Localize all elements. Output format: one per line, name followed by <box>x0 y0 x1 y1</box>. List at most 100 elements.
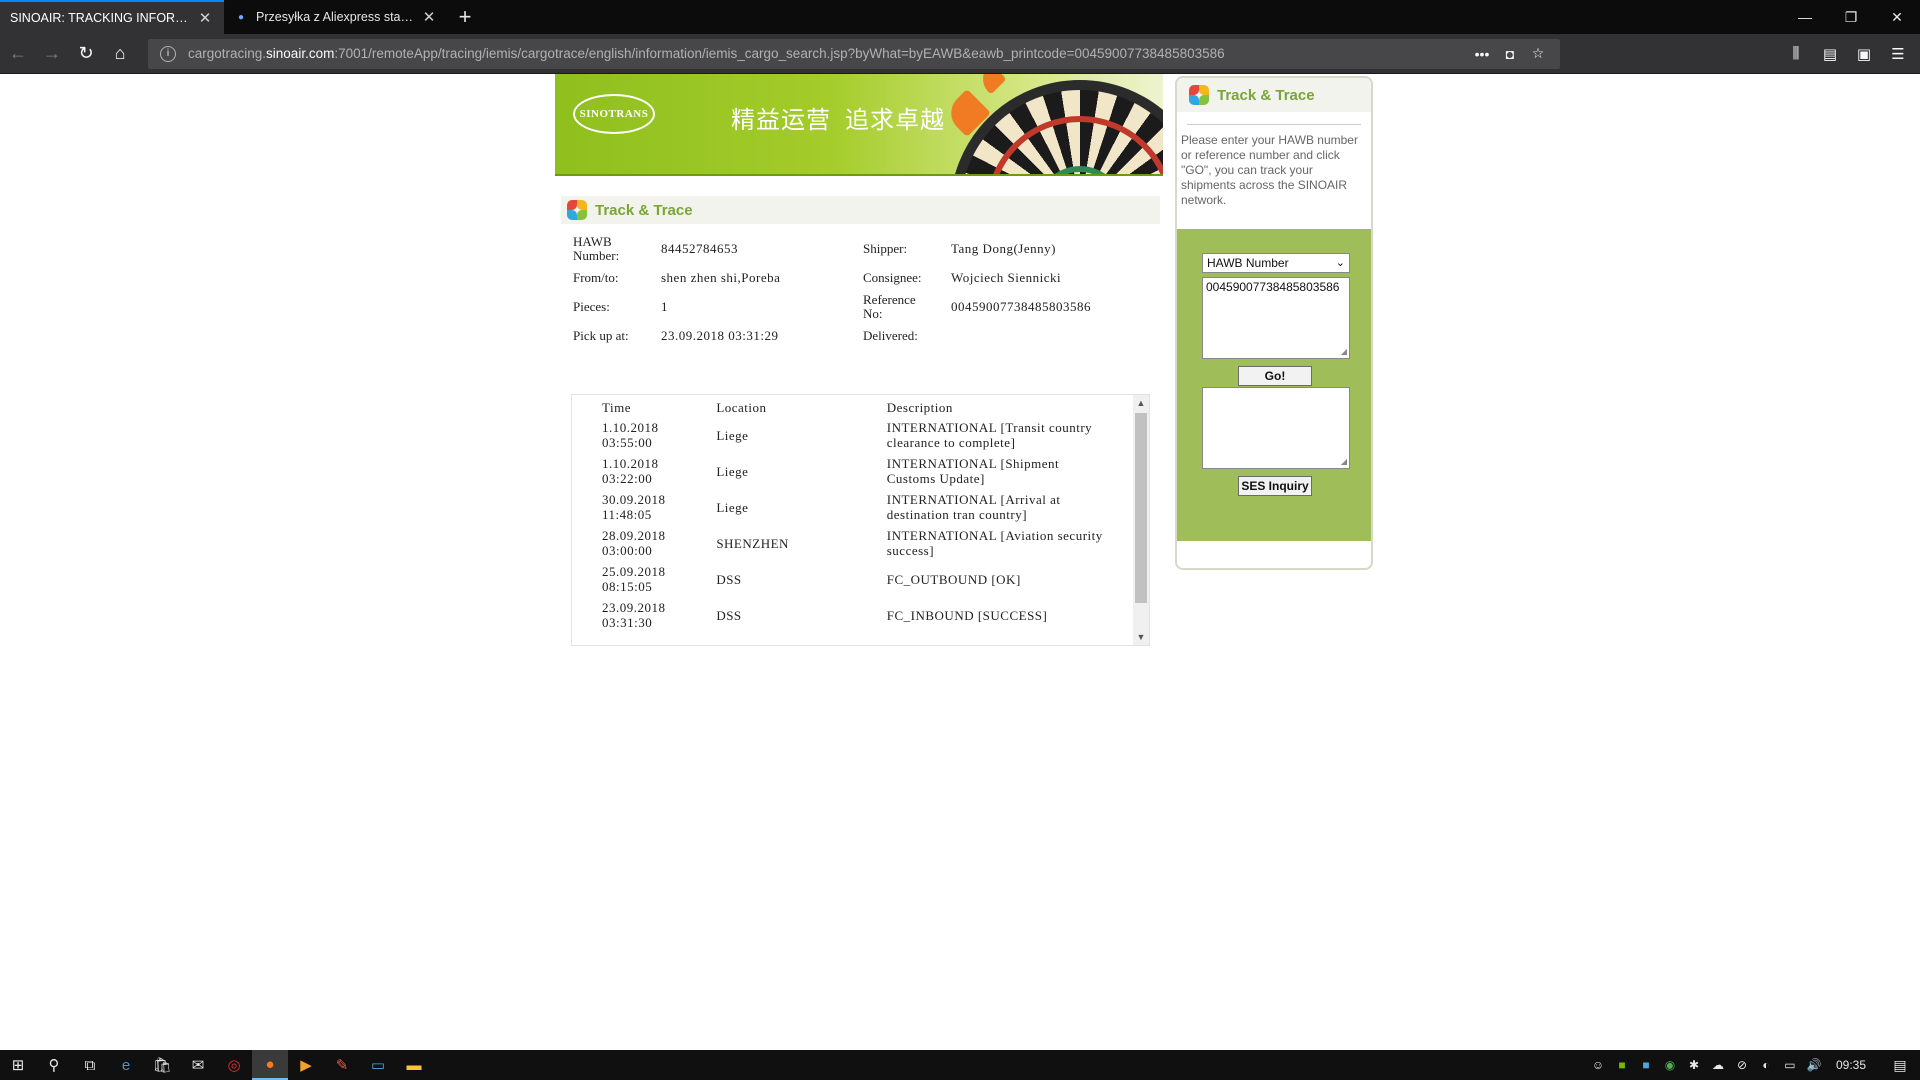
event-time: 28.09.2018 03:00:00 <box>602 528 666 558</box>
banner-slogan-2: 追求卓越 <box>845 107 945 134</box>
info-row: Pieces: 1 Reference No: 00459007738485803… <box>573 292 1153 321</box>
resize-grip-icon[interactable]: ◢ <box>1341 347 1347 356</box>
window-close-icon[interactable]: ✕ <box>1874 0 1920 34</box>
url-domain: sinoair.com <box>266 46 335 61</box>
scrollbar-thumb[interactable] <box>1135 413 1147 603</box>
search-type-value: HAWB Number <box>1207 256 1289 270</box>
clover-icon <box>1189 85 1209 105</box>
forward-arrow-icon[interactable]: → <box>36 38 68 70</box>
app-tray-icon[interactable]: ■ <box>1634 1058 1658 1072</box>
go-button[interactable]: Go! <box>1238 366 1312 386</box>
windows-start-icon[interactable]: ⊞ <box>0 1050 36 1080</box>
clover-icon <box>567 200 587 220</box>
resize-grip-icon[interactable]: ◢ <box>1341 457 1347 466</box>
network-off-icon[interactable]: ⊘ <box>1730 1058 1754 1072</box>
windows-taskbar: ⊞ ⚲ ⧉ e 🛍 ✉ ◎ ● ▶ ✎ ▭ ▬ ☺ ■ ■ ◉ ✱ ☁ ⊘ ◐ … <box>0 1050 1920 1080</box>
ses-inquiry-button[interactable]: SES Inquiry <box>1238 476 1312 496</box>
people-icon[interactable]: ☺ <box>1586 1058 1610 1072</box>
events-panel[interactable]: Time Location Description 1.10.2018 03:55… <box>571 394 1150 646</box>
extension-icon[interactable]: ▣ <box>1848 38 1880 70</box>
event-time: 23.09.2018 03:31:30 <box>602 600 666 630</box>
tab-aliexpress[interactable]: ● Przesyłka z Aliexpress status pr ✕ <box>224 0 448 34</box>
new-tab-button[interactable]: + <box>448 0 482 34</box>
reload-icon[interactable]: ↻ <box>70 38 102 70</box>
tab-sinoair[interactable]: SINOAIR: TRACKING INFORMATION ✕ <box>0 0 224 34</box>
events-header-row: Time Location Description <box>602 395 1149 417</box>
search-icon[interactable]: ⚲ <box>36 1050 72 1080</box>
dart-icon <box>975 74 1007 95</box>
reference-value: 00459007738485803586 <box>951 298 1091 314</box>
shipment-info: HAWB Number: 84452784653 Shipper: Tang Do… <box>573 234 1153 350</box>
cloud-icon[interactable]: ☁ <box>1706 1058 1730 1072</box>
url-prefix: cargotracing. <box>188 46 267 61</box>
bookmark-star-icon[interactable]: ☆ <box>1524 42 1552 66</box>
scroll-up-icon[interactable]: ▲ <box>1133 395 1149 411</box>
events-table: Time Location Description 1.10.2018 03:55… <box>602 395 1149 633</box>
event-location: DSS <box>716 607 742 623</box>
edge-icon[interactable]: e <box>108 1050 144 1080</box>
task-view-icon[interactable]: ⧉ <box>72 1050 108 1080</box>
hawb-value: 84452784653 <box>661 240 738 256</box>
sidebar-toggle-icon[interactable]: ▤ <box>1814 38 1846 70</box>
column-header-location: Location <box>716 400 767 415</box>
url-text[interactable]: cargotracing.sinoair.com:7001/remoteApp/… <box>188 46 1468 61</box>
search-form: HAWB Number ⌄ 00459007738485803586 ◢ Go!… <box>1177 229 1371 541</box>
media-player-icon[interactable]: ▶ <box>288 1050 324 1080</box>
table-row: 25.09.2018 08:15:05 DSS FC_OUTBOUND [OK] <box>602 561 1149 597</box>
banner-slogan-1: 精益运营 <box>731 107 831 134</box>
table-row: 1.10.2018 03:22:00 Liege INTERNATIONAL [S… <box>602 453 1149 489</box>
delivered-label: Delivered: <box>863 327 918 343</box>
tracking-number-value: 00459007738485803586 <box>1206 280 1340 294</box>
info-row: HAWB Number: 84452784653 Shipper: Tang Do… <box>573 234 1153 263</box>
notification-icon[interactable]: ▤ <box>1880 1057 1920 1074</box>
sidebar-title: Track & Trace <box>1177 78 1371 112</box>
more-actions-icon[interactable]: ••• <box>1468 42 1496 66</box>
library-icon[interactable]: ⫼ <box>1780 38 1812 70</box>
events-scrollbar[interactable]: ▲ ▼ <box>1133 395 1149 645</box>
nvidia-icon[interactable]: ■ <box>1610 1058 1634 1072</box>
event-time: 30.09.2018 11:48:05 <box>602 492 666 522</box>
dartboard-image <box>950 80 1163 174</box>
back-arrow-icon[interactable]: ← <box>2 38 34 70</box>
event-description: FC_OUTBOUND [OK] <box>886 571 1021 587</box>
close-icon[interactable]: ✕ <box>420 8 438 26</box>
tab-title: Przesyłka z Aliexpress status pr <box>256 10 414 24</box>
file-explorer-icon[interactable]: ▬ <box>396 1050 432 1080</box>
opera-icon[interactable]: ◎ <box>216 1050 252 1080</box>
home-icon[interactable]: ⌂ <box>104 38 136 70</box>
tracking-number-input[interactable]: 00459007738485803586 ◢ <box>1202 277 1350 359</box>
close-icon[interactable]: ✕ <box>196 9 214 27</box>
tab-bar: SINOAIR: TRACKING INFORMATION ✕ ● Przesy… <box>0 0 1920 34</box>
hamburger-menu-icon[interactable]: ☰ <box>1882 38 1914 70</box>
steam-icon[interactable]: ◐ <box>1754 1058 1778 1072</box>
shipper-value: Tang Dong(Jenny) <box>951 240 1056 256</box>
minimize-icon[interactable]: — <box>1782 0 1828 34</box>
scroll-down-icon[interactable]: ▼ <box>1133 629 1149 645</box>
ses-inquiry-input[interactable]: ◢ <box>1202 387 1350 469</box>
table-row: 1.10.2018 03:55:00 Liege INTERNATIONAL [T… <box>602 417 1149 453</box>
url-bar[interactable]: i cargotracing.sinoair.com:7001/remoteAp… <box>148 38 1560 69</box>
volume-icon[interactable]: 🔊 <box>1802 1058 1826 1072</box>
info-icon[interactable]: i <box>160 45 176 62</box>
display-icon[interactable]: ▭ <box>1778 1058 1802 1072</box>
reference-label: Reference No: <box>863 291 916 321</box>
column-header-description: Description <box>886 400 953 415</box>
event-location: Liege <box>716 499 749 515</box>
search-type-select[interactable]: HAWB Number ⌄ <box>1202 253 1350 273</box>
clock[interactable]: 09:35 <box>1836 1058 1866 1072</box>
pickup-label: Pick up at: <box>573 327 629 343</box>
paint-icon[interactable]: ✎ <box>324 1050 360 1080</box>
remote-desktop-icon[interactable]: ▭ <box>360 1050 396 1080</box>
shield-icon[interactable]: ◉ <box>1658 1058 1682 1072</box>
pocket-icon[interactable]: ◘ <box>1496 42 1524 66</box>
table-row: 30.09.2018 11:48:05 Liege INTERNATIONAL [… <box>602 489 1149 525</box>
column-header-time: Time <box>602 400 631 415</box>
settings-tray-icon[interactable]: ✱ <box>1682 1058 1706 1072</box>
firefox-icon[interactable]: ● <box>252 1050 288 1080</box>
fromto-label: From/to: <box>573 269 619 285</box>
mail-icon[interactable]: ✉ <box>180 1050 216 1080</box>
event-description: INTERNATIONAL [Transit country clearance … <box>886 420 1093 450</box>
sidebar-help-text: Please enter your HAWB number or referen… <box>1181 133 1358 207</box>
store-icon[interactable]: 🛍 <box>144 1050 180 1080</box>
restore-icon[interactable]: ❐ <box>1828 0 1874 34</box>
